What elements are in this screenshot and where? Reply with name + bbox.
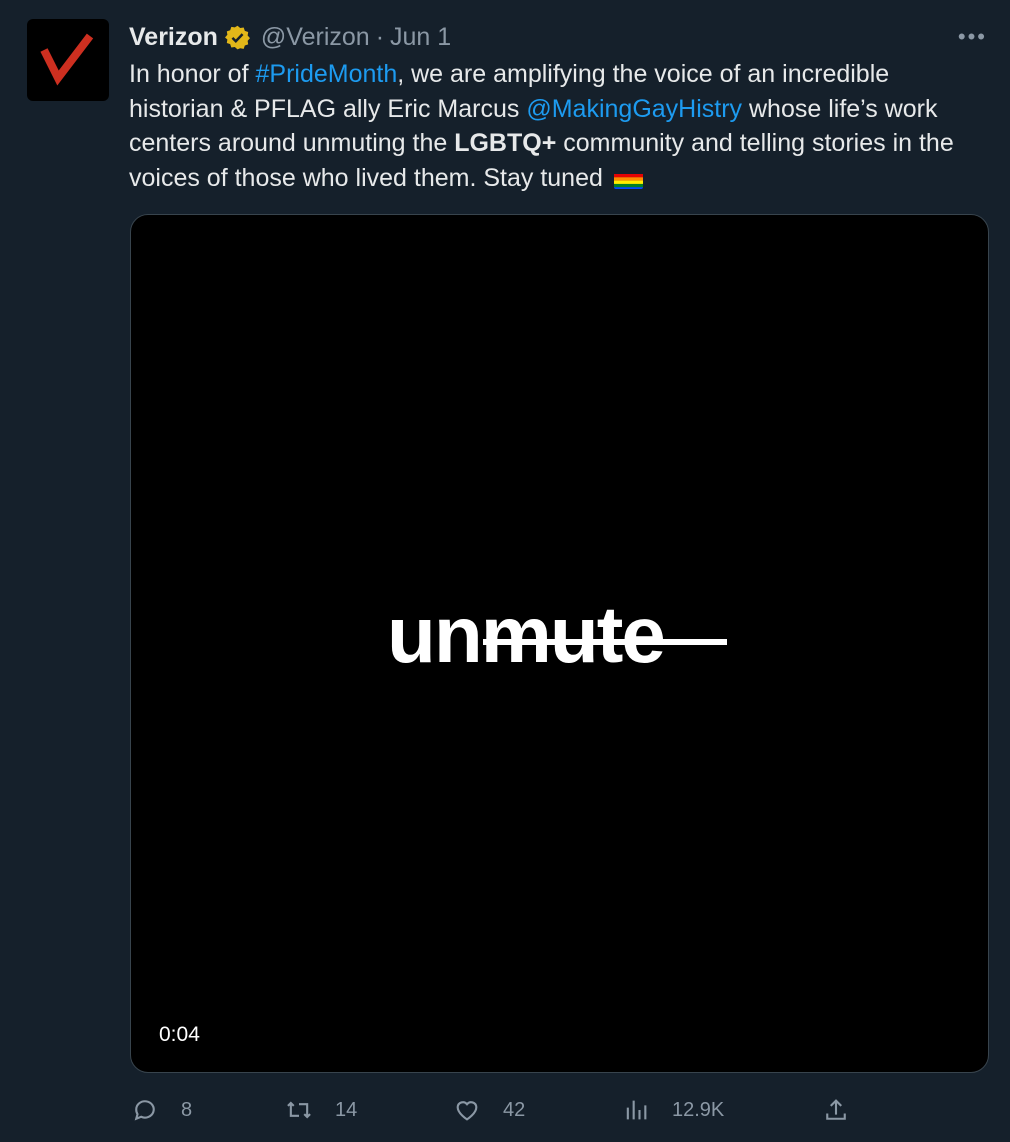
views-button[interactable]: 12.9K: [622, 1096, 724, 1124]
analytics-icon: [626, 1100, 647, 1120]
tweet-text-bold: LGBTQ+: [454, 129, 557, 157]
tweet-header: Verizon @Verizon · Jun 1: [129, 18, 989, 56]
video-player[interactable]: unmute 0:04: [130, 214, 989, 1073]
reply-count: 8: [181, 1098, 193, 1121]
reply-icon: [134, 1100, 155, 1121]
heart-icon: [456, 1101, 478, 1121]
hashtag-link[interactable]: #PrideMonth: [255, 60, 397, 88]
tweet-body: Verizon @Verizon · Jun 1 ••• In honor of…: [129, 18, 989, 195]
verified-badge-icon[interactable]: [224, 24, 251, 51]
retweet-count: 14: [335, 1098, 358, 1121]
handle[interactable]: @Verizon: [261, 23, 370, 52]
more-options-icon[interactable]: •••: [958, 24, 987, 50]
unmute-title: unmute: [387, 590, 727, 679]
title-prefix: un: [387, 590, 483, 679]
share-icon: [826, 1099, 846, 1120]
mention-link[interactable]: @MakingGayHistry: [526, 95, 742, 123]
strikethrough-line: [483, 639, 727, 645]
display-name[interactable]: Verizon: [129, 23, 218, 52]
title-struck: mute: [480, 590, 666, 679]
like-button[interactable]: 42: [453, 1096, 525, 1124]
avatar[interactable]: [27, 19, 109, 101]
views-count: 12.9K: [672, 1098, 725, 1121]
tweet-text: In honor of #PrideMonth, we are amplifyi…: [129, 57, 979, 195]
reply-button[interactable]: 8: [131, 1096, 192, 1124]
separator-dot: ·: [375, 22, 385, 51]
retweet-icon: [287, 1101, 311, 1119]
rainbow-flag-icon: [613, 169, 643, 189]
tweet-text-part: In honor of: [129, 60, 256, 88]
action-bar: 8 14 42 12.9K: [0, 1092, 1010, 1132]
like-count: 42: [503, 1098, 526, 1121]
tweet-date[interactable]: Jun 1: [390, 23, 451, 52]
retweet-button[interactable]: 14: [285, 1096, 357, 1124]
verizon-check-logo: [40, 33, 94, 86]
share-button[interactable]: [822, 1096, 850, 1124]
video-timestamp: 0:04: [159, 1023, 200, 1046]
